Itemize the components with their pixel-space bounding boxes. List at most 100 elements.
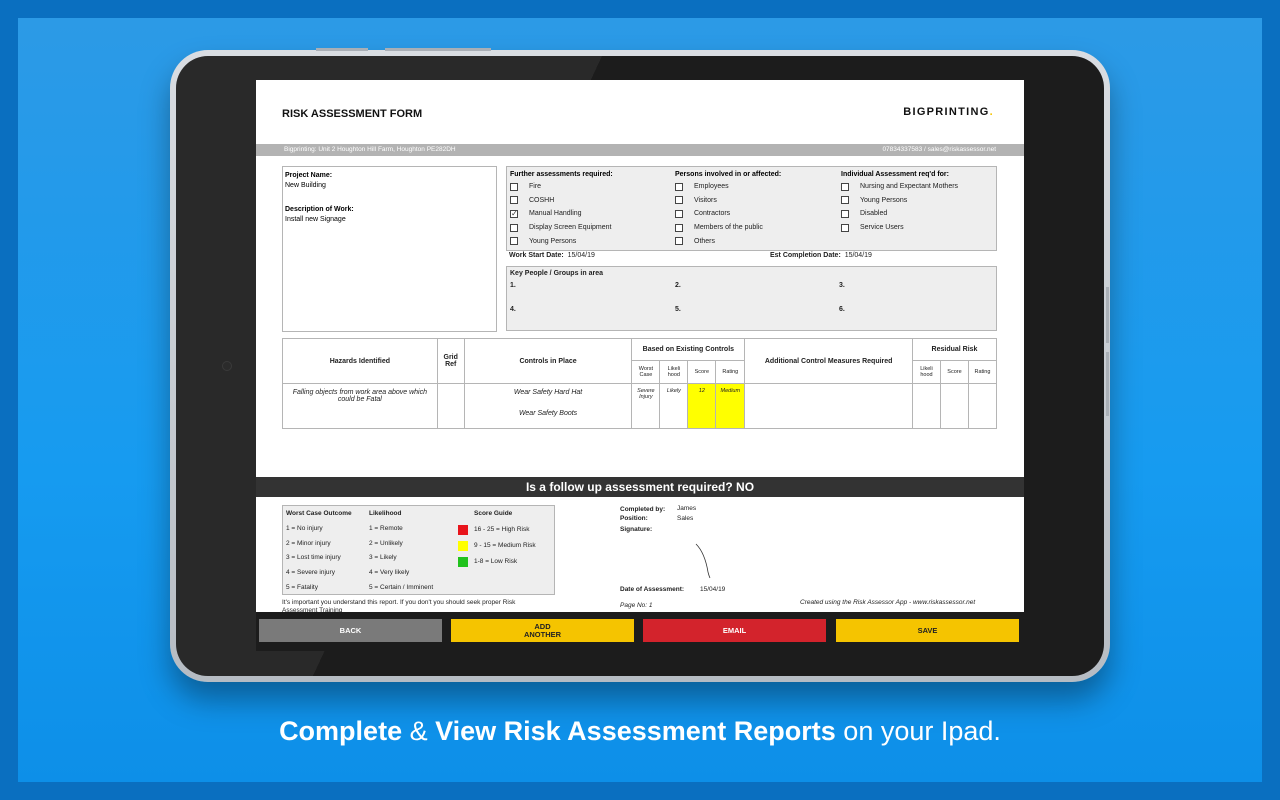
rating-cell: Medium — [715, 383, 746, 429]
residual-rating-subheader: Rating — [967, 360, 998, 384]
further-assessment-item[interactable]: COSHH — [510, 194, 613, 208]
checkbox-icon[interactable] — [675, 237, 683, 246]
description-label: Description of Work: — [285, 206, 354, 213]
individual-assessment-label: Disabled — [860, 210, 888, 218]
persons-involved-item[interactable]: Others — [675, 234, 781, 248]
likelihood-subheader: Likeli hood — [659, 360, 689, 384]
completed-by-value: James — [677, 505, 697, 512]
worst-case-legend-item: 5 = Fatality — [286, 583, 318, 591]
individual-assessment-item[interactable]: Disabled — [841, 207, 958, 221]
date-value: 15/04/19 — [700, 586, 726, 593]
key-person-4: 4. — [510, 306, 516, 313]
checkbox-icon[interactable] — [510, 237, 518, 246]
checkbox-checked-icon[interactable]: ✓ — [510, 209, 518, 218]
likelihood-legend-item: 3 = Likely — [369, 554, 397, 562]
persons-involved-item[interactable]: Contractors — [675, 207, 781, 221]
persons-involved-label: Employees — [694, 183, 729, 191]
individual-assessment-item[interactable]: Young Persons — [841, 194, 958, 208]
checkbox-icon[interactable] — [675, 196, 683, 205]
legend-box: Worst Case Outcome Likelihood Score Guid… — [282, 505, 555, 595]
key-people-label: Key People / Groups in area — [510, 270, 603, 277]
work-start: Work Start Date: 15/04/19 — [509, 252, 595, 259]
individual-assessment-item[interactable]: Service Users — [841, 221, 958, 235]
signature-label: Signature: — [620, 526, 653, 533]
worst-case-subheader: Worst Case — [631, 360, 661, 384]
key-person-2: 2. — [675, 282, 681, 289]
further-assessment-label: COSHH — [529, 196, 555, 204]
likelihood-legend-item: 5 = Certain / Imminent — [369, 583, 434, 591]
checkbox-icon[interactable] — [841, 182, 849, 191]
promo-caption: Complete & View Risk Assessment Reports … — [0, 716, 1280, 747]
likelihood-legend-item: 2 = Unlikely — [369, 539, 403, 547]
work-start-value: 15/04/19 — [567, 252, 595, 259]
completed-by-label: Completed by: — [620, 506, 666, 513]
persons-involved-item[interactable]: Visitors — [675, 194, 781, 208]
est-completion-value: 15/04/19 — [844, 252, 872, 259]
risk-assessment-document: RISK ASSESSMENT FORM BIGPRINTING. Bigpri… — [256, 80, 1024, 614]
action-bar: BACK ADD ANOTHER EMAIL SAVE — [256, 612, 1024, 651]
score-guide-item: 16 - 25 = High Risk — [474, 526, 530, 533]
further-assessment-item[interactable]: ✓ Manual Handling — [510, 207, 613, 221]
position-label: Position: — [620, 515, 648, 522]
caption-part1: Complete — [279, 716, 403, 746]
checkbox-icon[interactable] — [510, 196, 518, 205]
further-assessment-label: Manual Handling — [529, 210, 582, 218]
additional-header: Additional Control Measures Required — [744, 338, 914, 384]
grid-ref-cell — [436, 383, 465, 429]
checkbox-icon[interactable] — [675, 223, 683, 232]
caption-part3: on your Ipad. — [835, 716, 1001, 746]
further-assessment-item[interactable]: Display Screen Equipment — [510, 221, 613, 235]
individual-assessment-item[interactable]: Nursing and Expectant Mothers — [841, 180, 958, 194]
further-assessment-item[interactable]: Fire — [510, 180, 613, 194]
back-button[interactable]: BACK — [259, 619, 442, 642]
persons-header: Persons involved in or affected: — [675, 171, 782, 178]
hazard-cell: Falling objects from work area above whi… — [282, 383, 438, 429]
individual-column: Individual Assessment req'd for: Nursing… — [841, 171, 958, 234]
score-color-swatch — [458, 525, 468, 535]
key-people-box: Key People / Groups in area 1. 2. 3. 4. … — [506, 266, 997, 331]
table-row: Falling objects from work area above whi… — [282, 383, 998, 429]
worst-case-legend-item: 1 = No injury — [286, 525, 323, 532]
score-guide-item: 1-8 = Low Risk — [474, 558, 518, 565]
checkbox-icon[interactable] — [510, 182, 518, 191]
score-cell: 12 — [687, 383, 717, 429]
checkbox-icon[interactable] — [675, 209, 683, 218]
checkbox-icon[interactable] — [841, 223, 849, 232]
persons-involved-label: Others — [694, 237, 716, 245]
checkbox-icon[interactable] — [841, 196, 849, 205]
project-name-label: Project Name: — [285, 172, 333, 179]
save-button[interactable]: SAVE — [836, 619, 1019, 642]
further-assessment-label: Fire — [529, 183, 542, 191]
follow-up-banner: Is a follow up assessment required? NO — [256, 477, 1024, 497]
company-address: Bigprinting: Unit 2 Houghton Hill Farm, … — [284, 146, 456, 153]
side-button — [1106, 352, 1109, 416]
add-another-button[interactable]: ADD ANOTHER — [451, 619, 634, 642]
checkbox-icon[interactable] — [841, 209, 849, 218]
worst-case-legend-header: Worst Case Outcome — [286, 510, 352, 517]
persons-involved-item[interactable]: Members of the public — [675, 221, 781, 235]
add-label-line2: ANOTHER — [523, 629, 562, 639]
volume-button — [316, 48, 368, 51]
checkbox-icon[interactable] — [510, 223, 518, 232]
app-screen: RISK ASSESSMENT FORM BIGPRINTING. Bigpri… — [256, 80, 1024, 651]
score-color-swatch — [458, 541, 468, 551]
based-on-header: Based on Existing Controls — [631, 338, 746, 361]
email-button[interactable]: EMAIL — [643, 619, 826, 642]
residual-rating-cell — [967, 383, 998, 429]
likelihood-legend-item: 1 = Remote — [369, 525, 403, 532]
individual-assessment-label: Young Persons — [860, 196, 908, 204]
worst-case-cell: Severe Injury — [631, 383, 661, 429]
created-using: Created using the Risk Assessor App - ww… — [800, 599, 976, 606]
further-assessment-item[interactable]: Young Persons — [510, 234, 613, 248]
control-item: Wear Safety Hard Hat — [513, 389, 583, 396]
score-color-swatch — [458, 557, 468, 567]
persons-involved-label: Contractors — [694, 210, 731, 218]
caption-amp: & — [402, 716, 436, 746]
key-person-6: 6. — [839, 306, 845, 313]
persons-involved-item[interactable]: Employees — [675, 180, 781, 194]
further-assessments-column: Further assessments required: Fire COSHH ✓… — [510, 171, 613, 248]
residual-score-cell — [939, 383, 969, 429]
checkbox-icon[interactable] — [675, 182, 683, 191]
further-header: Further assessments required: — [510, 171, 613, 178]
est-completion-label: Est Completion Date: — [770, 252, 841, 259]
